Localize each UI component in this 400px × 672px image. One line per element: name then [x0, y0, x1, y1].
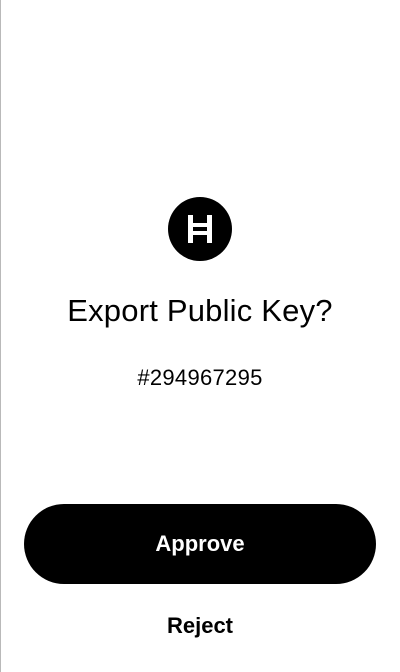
window-edge-divider	[0, 0, 1, 672]
account-number: #294967295	[137, 365, 263, 390]
export-public-key-title: Export Public Key?	[67, 293, 333, 328]
hedera-logo-icon	[168, 197, 232, 261]
reject-button[interactable]: Reject	[130, 606, 270, 646]
approve-button[interactable]: Approve	[24, 504, 376, 584]
